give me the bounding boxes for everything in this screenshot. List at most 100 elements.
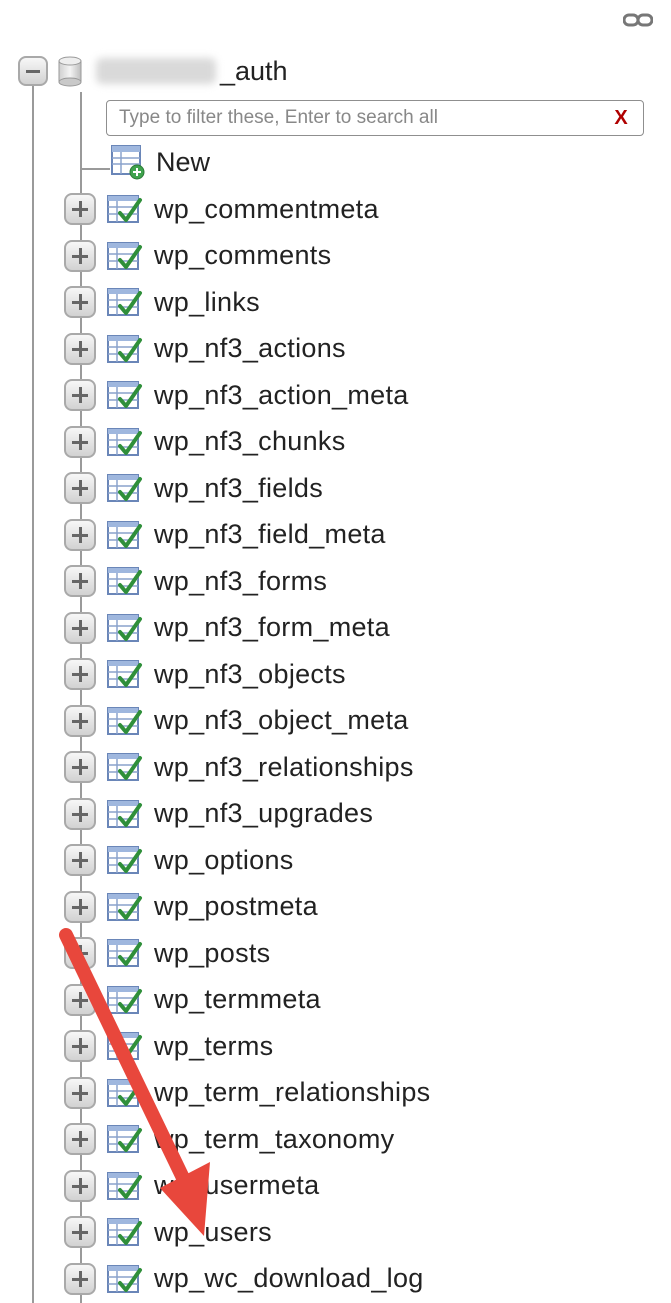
table-name[interactable]: wp_links bbox=[154, 287, 260, 318]
expand-toggle[interactable] bbox=[64, 565, 96, 598]
table-name[interactable]: wp_commentmeta bbox=[154, 194, 379, 225]
expand-toggle[interactable] bbox=[64, 1169, 96, 1202]
table-row[interactable]: wp_nf3_field_meta bbox=[64, 512, 430, 559]
table-structure-icon bbox=[107, 985, 142, 1014]
table-row[interactable]: wp_nf3_upgrades bbox=[64, 791, 430, 838]
table-structure-icon bbox=[107, 660, 142, 689]
table-name[interactable]: wp_nf3_field_meta bbox=[154, 519, 386, 550]
new-label: New bbox=[156, 146, 211, 177]
table-structure-icon bbox=[107, 1218, 142, 1247]
table-row[interactable]: wp_nf3_actions bbox=[64, 326, 430, 373]
table-name[interactable]: wp_wc_download_log bbox=[154, 1263, 424, 1294]
table-structure-icon bbox=[107, 1264, 142, 1293]
table-name[interactable]: wp_posts bbox=[154, 938, 270, 969]
table-name[interactable]: wp_nf3_form_meta bbox=[154, 612, 390, 643]
table-name[interactable]: wp_nf3_fields bbox=[154, 473, 323, 504]
table-row[interactable]: wp_posts bbox=[64, 930, 430, 977]
table-structure-icon bbox=[107, 613, 142, 642]
table-structure-icon bbox=[107, 939, 142, 968]
table-name[interactable]: wp_nf3_upgrades bbox=[154, 798, 373, 829]
table-name[interactable]: wp_options bbox=[154, 845, 294, 876]
expand-toggle[interactable] bbox=[64, 332, 96, 365]
clear-filter-button[interactable]: X bbox=[607, 107, 635, 130]
table-row[interactable]: wp_nf3_object_meta bbox=[64, 698, 430, 745]
table-name[interactable]: wp_term_relationships bbox=[154, 1077, 430, 1108]
table-row[interactable]: wp_postmeta bbox=[64, 884, 430, 931]
table-row[interactable]: wp_termmeta bbox=[64, 977, 430, 1024]
expand-toggle[interactable] bbox=[64, 1262, 96, 1295]
table-structure-icon bbox=[107, 1125, 142, 1154]
expand-toggle[interactable] bbox=[64, 1123, 96, 1156]
expand-toggle[interactable] bbox=[64, 472, 96, 505]
table-name[interactable]: wp_nf3_actions bbox=[154, 333, 346, 364]
expand-toggle[interactable] bbox=[64, 1076, 96, 1109]
table-structure-icon bbox=[107, 1078, 142, 1107]
expand-toggle[interactable] bbox=[64, 983, 96, 1016]
expand-toggle[interactable] bbox=[64, 286, 96, 319]
database-name-suffix: _auth bbox=[220, 55, 288, 86]
expand-toggle[interactable] bbox=[64, 379, 96, 412]
table-name[interactable]: wp_nf3_objects bbox=[154, 659, 346, 690]
table-row[interactable]: wp_nf3_relationships bbox=[64, 744, 430, 791]
table-name[interactable]: wp_nf3_object_meta bbox=[154, 705, 409, 736]
table-row[interactable]: wp_nf3_chunks bbox=[64, 419, 430, 466]
table-row[interactable]: wp_nf3_fields bbox=[64, 465, 430, 512]
table-row[interactable]: wp_term_taxonomy bbox=[64, 1116, 430, 1163]
table-row[interactable]: wp_term_relationships bbox=[64, 1070, 430, 1117]
database-name[interactable]: _auth bbox=[96, 56, 288, 87]
table-structure-icon bbox=[107, 567, 142, 596]
table-row[interactable]: wp_nf3_action_meta bbox=[64, 372, 430, 419]
expand-toggle[interactable] bbox=[64, 1030, 96, 1063]
table-name[interactable]: wp_postmeta bbox=[154, 891, 318, 922]
expand-toggle[interactable] bbox=[64, 751, 96, 784]
expand-toggle[interactable] bbox=[64, 844, 96, 877]
expand-toggle[interactable] bbox=[64, 239, 96, 272]
table-name[interactable]: wp_nf3_chunks bbox=[154, 426, 346, 457]
tree-line-root bbox=[32, 86, 34, 1303]
expand-toggle[interactable] bbox=[64, 890, 96, 923]
expand-toggle[interactable] bbox=[64, 658, 96, 691]
expand-toggle[interactable] bbox=[64, 193, 96, 226]
expand-toggle[interactable] bbox=[64, 937, 96, 970]
table-row[interactable]: wp_nf3_form_meta bbox=[64, 605, 430, 652]
table-name[interactable]: wp_users bbox=[154, 1217, 272, 1248]
table-row[interactable]: wp_users bbox=[64, 1209, 430, 1256]
tree-line-new bbox=[80, 168, 110, 170]
filter-input[interactable] bbox=[117, 106, 607, 130]
expand-toggle[interactable] bbox=[64, 518, 96, 551]
expand-toggle[interactable] bbox=[64, 797, 96, 830]
table-name[interactable]: wp_nf3_relationships bbox=[154, 752, 414, 783]
table-name[interactable]: wp_termmeta bbox=[154, 984, 321, 1015]
expand-toggle[interactable] bbox=[64, 1216, 96, 1249]
table-row[interactable]: wp_terms bbox=[64, 1023, 430, 1070]
table-name[interactable]: wp_nf3_forms bbox=[154, 566, 327, 597]
table-row[interactable]: wp_commentmeta bbox=[64, 186, 430, 233]
table-name[interactable]: wp_comments bbox=[154, 240, 331, 271]
new-table-item[interactable]: New bbox=[110, 142, 210, 182]
table-row[interactable]: wp_wc_download_log bbox=[64, 1256, 430, 1303]
table-name[interactable]: wp_terms bbox=[154, 1031, 273, 1062]
table-structure-icon bbox=[107, 892, 142, 921]
chain-link-icon[interactable] bbox=[623, 12, 653, 28]
table-row[interactable]: wp_options bbox=[64, 837, 430, 884]
new-table-icon bbox=[111, 145, 145, 180]
table-name[interactable]: wp_term_taxonomy bbox=[154, 1124, 394, 1155]
table-row[interactable]: wp_usermeta bbox=[64, 1163, 430, 1210]
table-structure-icon bbox=[107, 1171, 142, 1200]
table-row[interactable]: wp_links bbox=[64, 279, 430, 326]
expand-toggle[interactable] bbox=[64, 611, 96, 644]
redacted-name bbox=[96, 58, 216, 84]
table-row[interactable]: wp_nf3_forms bbox=[64, 558, 430, 605]
table-name[interactable]: wp_usermeta bbox=[154, 1170, 319, 1201]
table-row[interactable]: wp_comments bbox=[64, 233, 430, 280]
database-node[interactable]: _auth bbox=[18, 52, 288, 90]
table-structure-icon bbox=[107, 520, 142, 549]
expand-toggle[interactable] bbox=[64, 704, 96, 737]
table-structure-icon bbox=[107, 241, 142, 270]
table-row[interactable]: wp_nf3_objects bbox=[64, 651, 430, 698]
table-structure-icon bbox=[107, 288, 142, 317]
table-structure-icon bbox=[107, 799, 142, 828]
collapse-toggle[interactable] bbox=[18, 56, 48, 86]
expand-toggle[interactable] bbox=[64, 425, 96, 458]
table-name[interactable]: wp_nf3_action_meta bbox=[154, 380, 409, 411]
